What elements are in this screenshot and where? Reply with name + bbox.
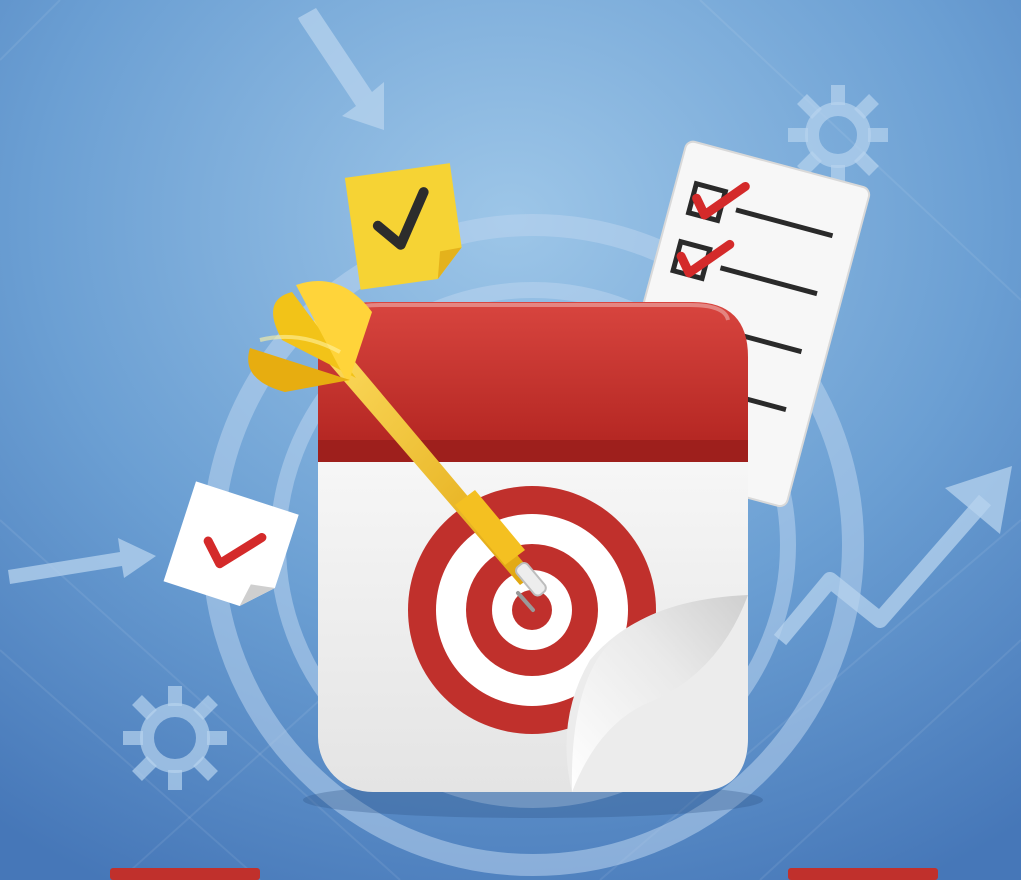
illustration-canvas — [0, 0, 1021, 880]
bottom-red-tab-left — [110, 868, 260, 880]
illustration-svg — [0, 0, 1021, 880]
bottom-red-tab-right — [788, 868, 938, 880]
